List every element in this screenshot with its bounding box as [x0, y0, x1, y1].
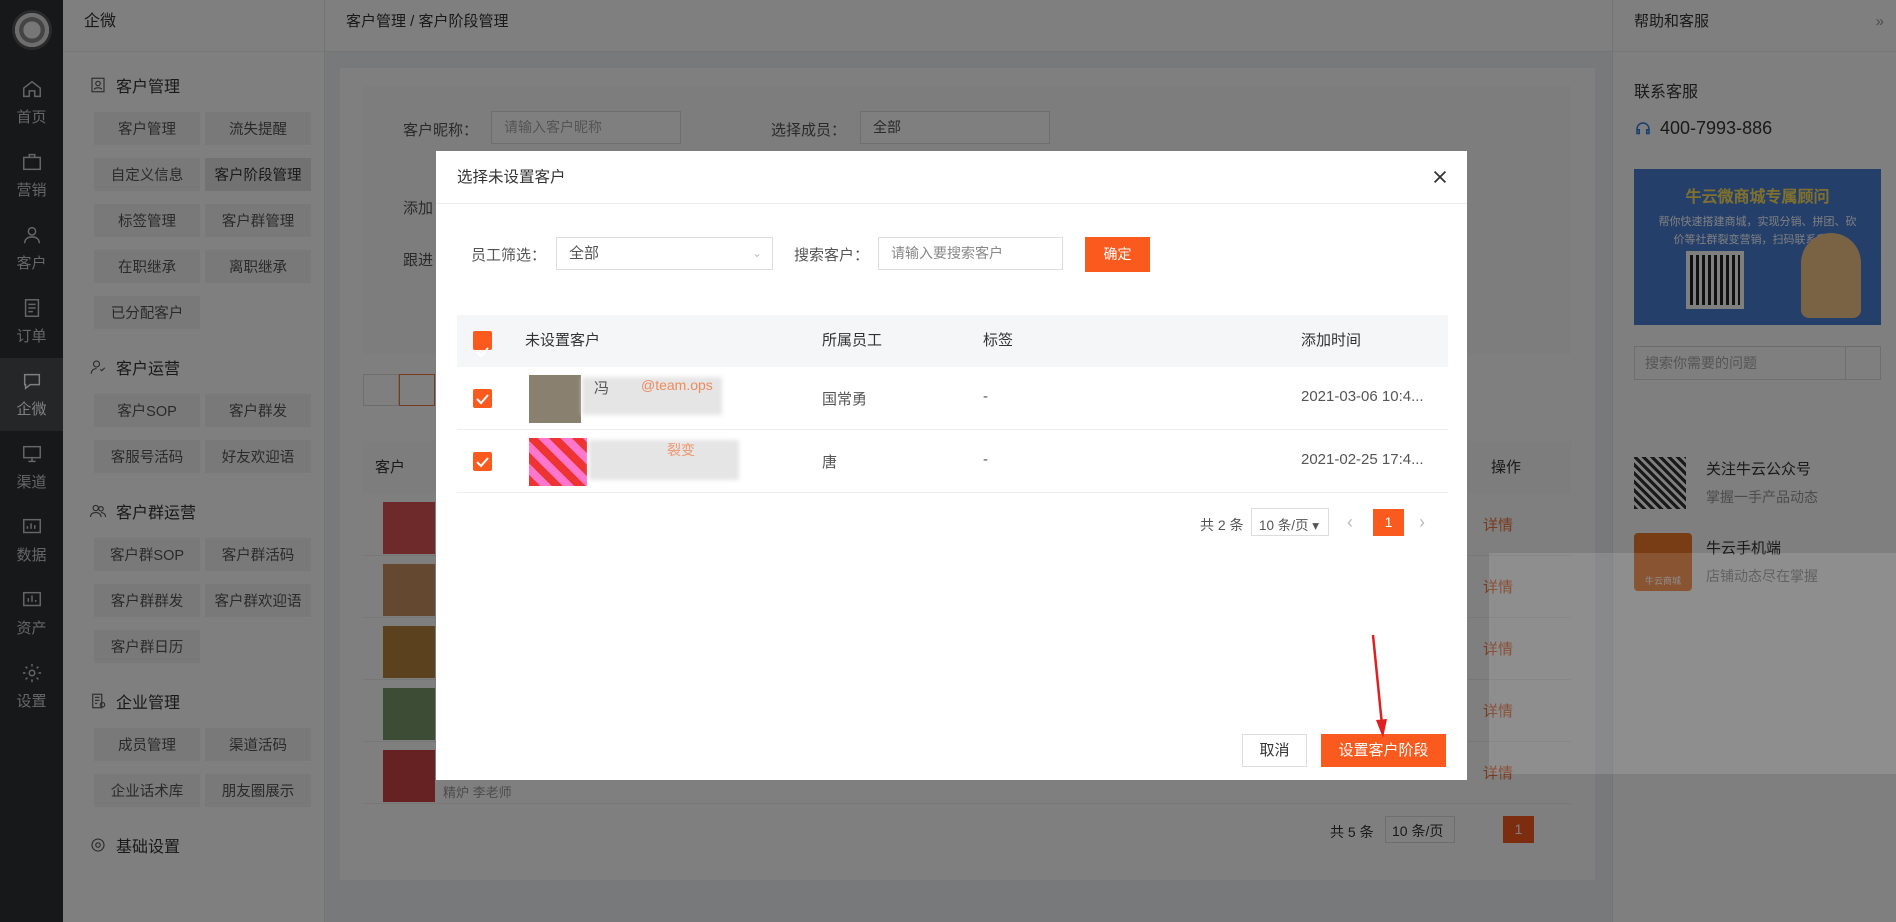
- row-added-time: 2021-02-25 17:4...: [1301, 451, 1424, 468]
- customer-source-tag: 裂变: [667, 442, 695, 458]
- search-customer-input[interactable]: 请输入要搜索客户: [878, 237, 1063, 270]
- dialog-page-1-button[interactable]: 1: [1373, 509, 1404, 536]
- cancel-button[interactable]: 取消: [1242, 734, 1307, 767]
- staff-filter-select[interactable]: 全部 ⌄: [556, 237, 773, 270]
- search-customer-label: 搜索客户：: [794, 247, 870, 264]
- annotation-arrow-icon: [1371, 634, 1387, 738]
- dialog-title: 选择未设置客户: [436, 151, 1467, 204]
- check-icon: [476, 394, 489, 405]
- row-staff: 国常勇: [822, 391, 868, 408]
- row-added-time: 2021-03-06 10:4...: [1301, 388, 1424, 405]
- avatar: [529, 375, 581, 423]
- staff-filter-label: 员工筛选：: [471, 247, 547, 264]
- row-checkbox[interactable]: [473, 389, 492, 408]
- check-icon: [476, 347, 489, 358]
- table-row: 裂变 唐 - 2021-02-25 17:4...: [457, 430, 1448, 493]
- select-all-checkbox[interactable]: [473, 331, 492, 358]
- row-checkbox[interactable]: [473, 452, 492, 471]
- row-tag: -: [983, 451, 988, 468]
- mask-highlight: [1489, 553, 1896, 774]
- dialog-page-size-select[interactable]: 10 条/页 ▾: [1251, 508, 1329, 536]
- dialog-total-count: 共 2 条: [1200, 517, 1244, 533]
- prev-page-icon[interactable]: ‹: [1347, 512, 1353, 533]
- col-unset-customer: 未设置客户: [525, 332, 601, 349]
- table-row: 冯 @team.ops 国常勇 - 2021-03-06 10:4...: [457, 367, 1448, 430]
- blurred-name: [589, 440, 739, 480]
- col-staff: 所属员工: [822, 332, 883, 349]
- row-staff: 唐: [822, 454, 838, 471]
- check-icon: [476, 457, 489, 468]
- customer-name: 冯: [594, 380, 610, 397]
- select-customer-dialog: 选择未设置客户 员工筛选： 全部 ⌄ 搜索客户： 请输入要搜索客户 确定 未设置客…: [436, 151, 1467, 780]
- col-tag: 标签: [983, 332, 1014, 349]
- close-icon[interactable]: [1431, 168, 1449, 186]
- dialog-table-header: 未设置客户 所属员工 标签 添加时间: [457, 315, 1448, 367]
- avatar: [529, 438, 587, 486]
- chevron-down-icon: ⌄: [751, 246, 762, 260]
- next-page-icon[interactable]: ›: [1419, 512, 1425, 533]
- confirm-button[interactable]: 确定: [1085, 237, 1150, 272]
- row-tag: -: [983, 388, 988, 405]
- customer-source-tag: @team.ops: [641, 377, 713, 393]
- col-added-time: 添加时间: [1301, 332, 1362, 349]
